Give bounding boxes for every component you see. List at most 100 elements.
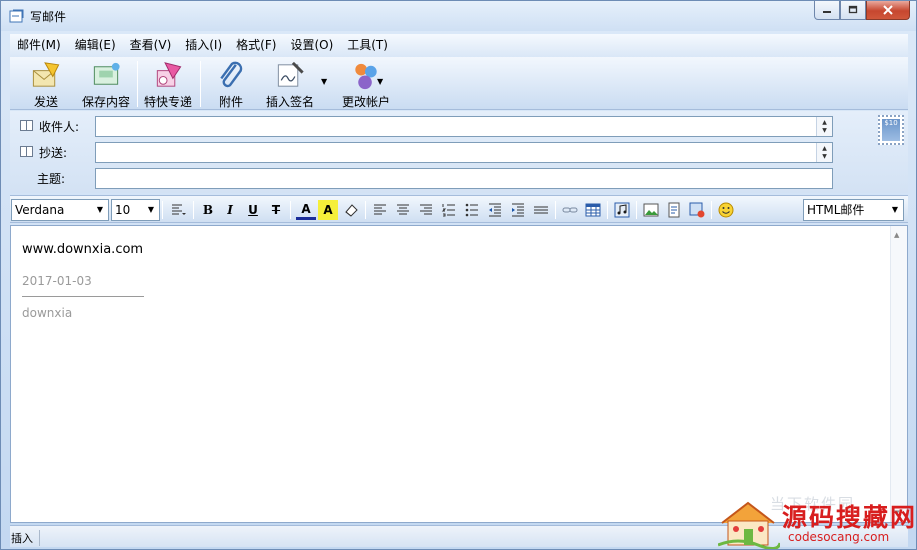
- numbered-list-button[interactable]: [439, 200, 459, 220]
- attach-button[interactable]: 附件: [213, 57, 249, 110]
- background-icon: [689, 202, 705, 218]
- subject-label: 主题:: [37, 172, 66, 186]
- bold-button[interactable]: B: [198, 200, 218, 220]
- watermark-brand: 源码搜藏网: [782, 503, 917, 532]
- cc-field[interactable]: ▲ ▼: [95, 142, 833, 163]
- strikethrough-button[interactable]: T: [266, 200, 286, 220]
- chevron-down-icon: ▼: [891, 205, 899, 214]
- underline-button[interactable]: U: [243, 200, 263, 220]
- insert-file-button[interactable]: [664, 200, 684, 220]
- font-family-select[interactable]: Verdana ▼: [11, 199, 109, 221]
- paragraph-style-button[interactable]: [168, 200, 188, 220]
- cc-spinner[interactable]: ▲ ▼: [816, 143, 832, 162]
- address-area: 收件人: ▲ ▼ 抄送: ▲ ▼ 主题: $10: [10, 111, 908, 193]
- signature-dropdown-icon[interactable]: ▼: [321, 77, 327, 86]
- format-separator: [193, 201, 194, 219]
- editor-scrollbar[interactable]: ▲ ▼: [890, 226, 907, 522]
- express-button[interactable]: 特快专递: [142, 57, 194, 110]
- stamp-text: $10: [882, 119, 900, 141]
- format-separator: [636, 201, 637, 219]
- format-painter-button[interactable]: [341, 200, 361, 220]
- app-icon: [9, 9, 24, 23]
- mail-format-value: HTML邮件: [807, 203, 865, 217]
- menu-tools[interactable]: 工具(T): [340, 34, 395, 56]
- indent-button[interactable]: [508, 200, 528, 220]
- menu-view[interactable]: 查看(V): [123, 34, 179, 56]
- font-color-button[interactable]: A: [296, 200, 316, 220]
- change-account-button[interactable]: 更改帐户 ▼: [340, 57, 392, 110]
- stamp-icon[interactable]: $10: [878, 115, 904, 145]
- cc-label: 抄送:: [39, 146, 68, 160]
- insert-signature-button[interactable]: 插入签名 ▼: [262, 57, 327, 110]
- horizontal-rule-button[interactable]: [531, 200, 551, 220]
- maximize-icon: [848, 5, 858, 14]
- insert-link-button[interactable]: [560, 200, 580, 220]
- message-editor[interactable]: www.downxia.com 2017-01-03 downxia ▲ ▼: [10, 225, 908, 523]
- table-icon: [585, 203, 601, 217]
- italic-button[interactable]: I: [220, 200, 240, 220]
- address-book-icon[interactable]: [20, 146, 33, 157]
- express-label: 特快专递: [143, 95, 192, 109]
- subject-field[interactable]: [95, 168, 833, 189]
- insert-emoji-button[interactable]: [716, 200, 736, 220]
- editor-text-signature: downxia: [22, 306, 73, 320]
- format-separator: [162, 201, 163, 219]
- to-spinner[interactable]: ▲ ▼: [816, 117, 832, 136]
- account-icon: [355, 63, 377, 90]
- insert-mode-indicator: 插入: [11, 530, 40, 546]
- subject-row: 主题:: [10, 166, 908, 190]
- send-button[interactable]: 发送: [25, 57, 67, 110]
- align-left-button[interactable]: [370, 200, 390, 220]
- insert-table-button[interactable]: [583, 200, 603, 220]
- font-size-select[interactable]: 10 ▼: [111, 199, 160, 221]
- chevron-down-icon: ▼: [96, 205, 104, 214]
- numbered-list-icon: [441, 204, 455, 217]
- eraser-icon: [345, 204, 358, 217]
- editor-text-date: 2017-01-03: [22, 274, 92, 288]
- to-field[interactable]: ▲ ▼: [95, 116, 833, 137]
- minimize-button[interactable]: [814, 1, 840, 20]
- maximize-button[interactable]: [840, 1, 866, 20]
- highlight-button[interactable]: A: [318, 200, 338, 220]
- align-right-button[interactable]: [416, 200, 436, 220]
- menu-mail[interactable]: 邮件(M): [10, 34, 68, 56]
- signature-icon: [277, 61, 304, 87]
- format-separator: [365, 201, 366, 219]
- file-icon: [668, 202, 680, 218]
- music-icon: [614, 202, 630, 218]
- chevron-down-icon: ▼: [147, 205, 155, 214]
- compose-window: 写邮件 邮件(M) 编辑(E) 查看(V) 插入(I) 格式(F) 设置(O) …: [0, 0, 917, 550]
- address-book-icon[interactable]: [20, 120, 33, 131]
- align-center-button[interactable]: [393, 200, 413, 220]
- menu-settings[interactable]: 设置(O): [283, 34, 340, 56]
- to-label: 收件人:: [39, 120, 80, 134]
- account-label: 更改帐户: [341, 95, 390, 109]
- mail-format-select[interactable]: HTML邮件 ▼: [803, 199, 904, 221]
- editor-text-url: www.downxia.com: [22, 242, 144, 257]
- insert-background-button[interactable]: [687, 200, 707, 220]
- paragraph-style-icon: [172, 204, 186, 215]
- outdent-button[interactable]: [485, 200, 505, 220]
- window-controls: [814, 1, 910, 21]
- paperclip-icon: [220, 61, 243, 88]
- bullet-list-icon: [465, 203, 478, 217]
- to-row: 收件人: ▲ ▼: [10, 114, 908, 138]
- align-center-icon: [397, 204, 409, 215]
- attach-label: 附件: [218, 95, 243, 109]
- scroll-up-icon[interactable]: ▲: [894, 231, 899, 239]
- close-button[interactable]: [866, 1, 910, 20]
- format-toolbar: Verdana ▼ 10 ▼ B I U T A A HTML邮件 ▼: [10, 195, 908, 223]
- express-icon: [156, 62, 182, 87]
- insert-media-button[interactable]: [612, 200, 632, 220]
- save-button[interactable]: 保存内容: [78, 57, 134, 110]
- account-dropdown-icon[interactable]: ▼: [377, 77, 383, 86]
- bullet-list-button[interactable]: [462, 200, 482, 220]
- save-icon: [93, 62, 120, 85]
- watermark: 当下软件园 源码搜藏网 codesocang.com: [718, 493, 917, 550]
- toolbar-separator: [137, 61, 138, 107]
- align-right-icon: [420, 204, 432, 215]
- insert-image-button[interactable]: [641, 200, 661, 220]
- menu-format[interactable]: 格式(F): [229, 34, 283, 56]
- menu-edit[interactable]: 编辑(E): [68, 34, 123, 56]
- menu-insert[interactable]: 插入(I): [178, 34, 229, 56]
